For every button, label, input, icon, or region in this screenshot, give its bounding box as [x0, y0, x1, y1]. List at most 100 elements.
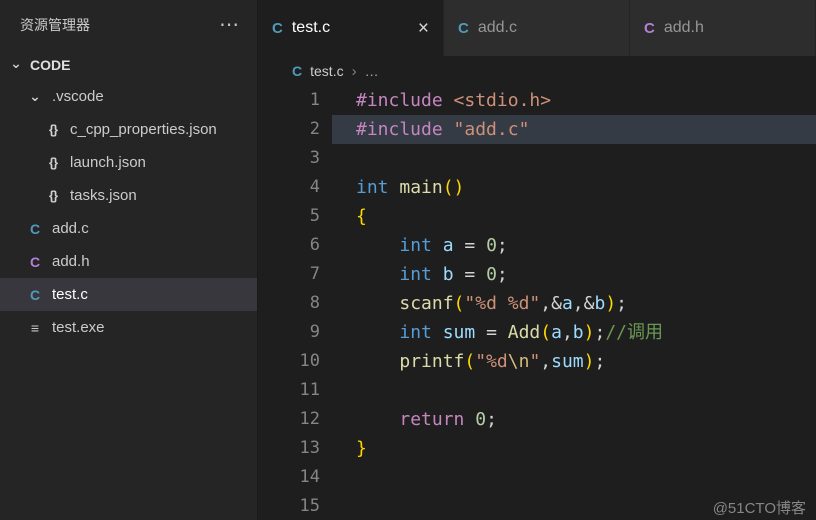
- sidebar-item-test.c[interactable]: Ctest.c: [0, 278, 257, 311]
- code-line[interactable]: 13}: [258, 434, 816, 463]
- code-editor[interactable]: 1#include <stdio.h>2#include "add.c"34 in…: [258, 86, 816, 520]
- token-var: b: [573, 322, 584, 343]
- token-plain: [356, 264, 399, 285]
- sidebar-item-label: add.h: [52, 253, 90, 270]
- token-brace: (: [464, 351, 475, 372]
- code-line[interactable]: 5{: [258, 202, 816, 231]
- more-actions-icon[interactable]: ⋯: [219, 15, 241, 35]
- token-plain: =: [454, 264, 487, 285]
- token-str: ": [529, 351, 540, 372]
- file-tree: ⌄.vscode{}c_cpp_properties.json{}launch.…: [0, 80, 257, 344]
- line-number: 4: [258, 173, 320, 202]
- tab-add.c[interactable]: Cadd.c: [444, 0, 630, 56]
- code-line[interactable]: 11: [258, 376, 816, 405]
- token-plain: [389, 177, 400, 198]
- token-brace: }: [356, 438, 367, 459]
- sidebar-item-add.c[interactable]: Cadd.c: [0, 212, 257, 245]
- token-plain: [356, 351, 399, 372]
- tab-add.h[interactable]: Cadd.h: [630, 0, 816, 56]
- line-number: 11: [258, 376, 320, 405]
- c-file-icon: C: [26, 221, 44, 237]
- breadcrumb-more[interactable]: …: [365, 63, 379, 79]
- code-line[interactable]: 3: [258, 144, 816, 173]
- line-text: [332, 463, 816, 492]
- chevron-right-icon: ›: [352, 63, 357, 80]
- token-var: sum: [551, 351, 584, 372]
- code-line[interactable]: 1#include <stdio.h>: [258, 86, 816, 115]
- code-line[interactable]: 7 int b = 0;: [258, 260, 816, 289]
- token-kw: int: [356, 177, 389, 198]
- token-brace: ): [605, 293, 616, 314]
- tab-label: add.h: [664, 19, 704, 37]
- code-line[interactable]: 6 int a = 0;: [258, 231, 816, 260]
- token-str: <stdio.h>: [454, 90, 552, 111]
- c-header-file-icon: C: [26, 254, 44, 270]
- token-var: sum: [443, 322, 476, 343]
- line-number: 14: [258, 463, 320, 492]
- sidebar-item-add.h[interactable]: Cadd.h: [0, 245, 257, 278]
- c-file-icon: C: [272, 20, 283, 37]
- token-plain: [356, 293, 399, 314]
- json-icon: {}: [44, 122, 62, 137]
- line-number: 12: [258, 405, 320, 434]
- token-var: b: [443, 264, 454, 285]
- line-number: 7: [258, 260, 320, 289]
- token-plain: =: [454, 235, 487, 256]
- close-icon[interactable]: ×: [418, 19, 429, 38]
- sidebar-item-label: test.exe: [52, 319, 105, 336]
- token-pp: #include: [356, 90, 443, 111]
- token-fn: scanf: [399, 293, 453, 314]
- sidebar-item-launch.json[interactable]: {}launch.json: [0, 146, 257, 179]
- line-number: 3: [258, 144, 320, 173]
- code-line[interactable]: 8 scanf("%d %d",&a,&b);: [258, 289, 816, 318]
- token-plain: [432, 322, 443, 343]
- tab-label: test.c: [292, 19, 330, 37]
- token-brace: {: [356, 206, 367, 227]
- sidebar-item-tasks.json[interactable]: {} tasks.json: [0, 179, 257, 212]
- code-line[interactable]: 12 return 0;: [258, 405, 816, 434]
- sidebar-item-label: tasks.json: [70, 187, 137, 204]
- sidebar-item-c_cpp_properties.json[interactable]: {}c_cpp_properties.json: [0, 113, 257, 146]
- sidebar-item-test.exe[interactable]: ≡test.exe: [0, 311, 257, 344]
- token-pp: #include: [356, 119, 443, 140]
- workspace-section-header[interactable]: ⌄ CODE: [0, 50, 257, 80]
- token-plain: ,&: [573, 293, 595, 314]
- token-plain: ,&: [540, 293, 562, 314]
- line-text: #include "add.c": [332, 115, 816, 144]
- line-number: 15: [258, 492, 320, 520]
- token-plain: [356, 235, 399, 256]
- token-kw: int: [399, 264, 432, 285]
- code-line[interactable]: 15: [258, 492, 816, 520]
- line-text: int b = 0;: [332, 260, 816, 289]
- breadcrumb-file[interactable]: test.c: [310, 63, 343, 79]
- sidebar-item-label: add.c: [52, 220, 89, 237]
- c-header-file-icon: C: [644, 20, 655, 37]
- token-plain: [356, 322, 399, 343]
- line-text: int main(): [332, 173, 816, 202]
- json-icon: {}: [44, 155, 62, 170]
- line-text: [332, 144, 816, 173]
- sidebar-item-.vscode[interactable]: ⌄.vscode: [0, 80, 257, 113]
- token-pp: return: [399, 409, 464, 430]
- line-number: 13: [258, 434, 320, 463]
- code-line[interactable]: 14: [258, 463, 816, 492]
- tab-bar: Ctest.c×Cadd.cCadd.h: [258, 0, 816, 56]
- code-line[interactable]: 9 int sum = Add(a,b);//调用: [258, 318, 816, 347]
- token-plain: [356, 409, 399, 430]
- token-fn: printf: [399, 351, 464, 372]
- token-fn: main: [399, 177, 442, 198]
- token-plain: ;: [497, 264, 508, 285]
- line-number: 10: [258, 347, 320, 376]
- line-text: scanf("%d %d",&a,&b);: [332, 289, 816, 318]
- token-var: b: [594, 293, 605, 314]
- code-line[interactable]: 2#include "add.c": [258, 115, 816, 144]
- json-icon: {}: [44, 188, 62, 203]
- code-line[interactable]: 10 printf("%d\n",sum);: [258, 347, 816, 376]
- token-brace: (: [540, 322, 551, 343]
- token-plain: ;: [594, 351, 605, 372]
- tab-test.c[interactable]: Ctest.c ×: [258, 0, 444, 56]
- token-cmt: //调用: [605, 322, 663, 343]
- token-plain: [432, 264, 443, 285]
- code-line[interactable]: 4 int main(): [258, 173, 816, 202]
- token-plain: [443, 119, 454, 140]
